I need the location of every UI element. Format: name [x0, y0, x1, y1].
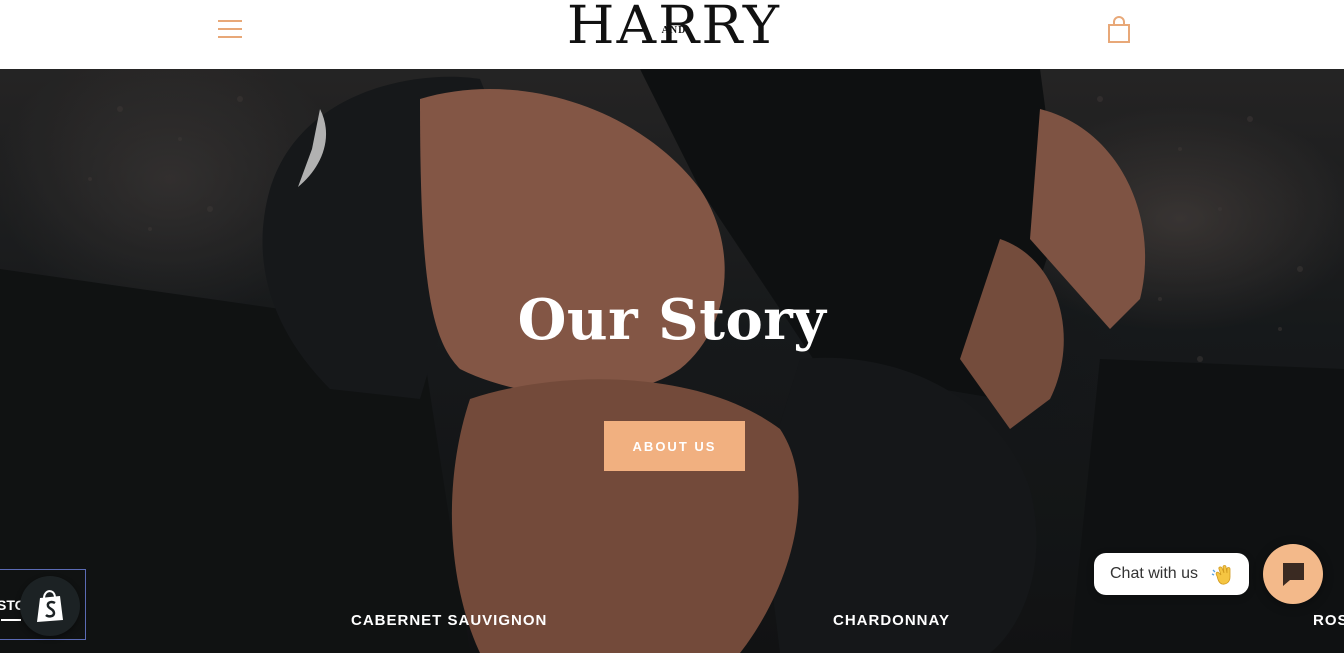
collection-link-rose[interactable]: ROS [1313, 612, 1344, 629]
chat-icon[interactable] [1263, 544, 1323, 604]
about-us-button[interactable]: ABOUT US [604, 421, 745, 471]
waving-hand-icon [1211, 565, 1231, 585]
chat-with-us-bubble[interactable]: Chat with us [1094, 553, 1249, 595]
site-header: HARRY AND [0, 0, 1344, 69]
shop-box-underline [1, 619, 21, 621]
chat-bubble-text: Chat with us [1110, 565, 1199, 582]
collection-link-cabernet-sauvignon[interactable]: CABERNET SAUVIGNON [351, 612, 547, 629]
shopify-bag-icon[interactable] [20, 576, 80, 636]
collection-link-chardonnay[interactable]: CHARDONNAY [833, 612, 950, 629]
shopping-bag-icon[interactable] [1107, 16, 1131, 44]
site-logo[interactable]: HARRY AND [567, 0, 779, 58]
hamburger-menu-icon[interactable] [218, 18, 242, 40]
logo-and-text: AND [661, 25, 687, 36]
hero-title: Our Story [517, 287, 827, 353]
